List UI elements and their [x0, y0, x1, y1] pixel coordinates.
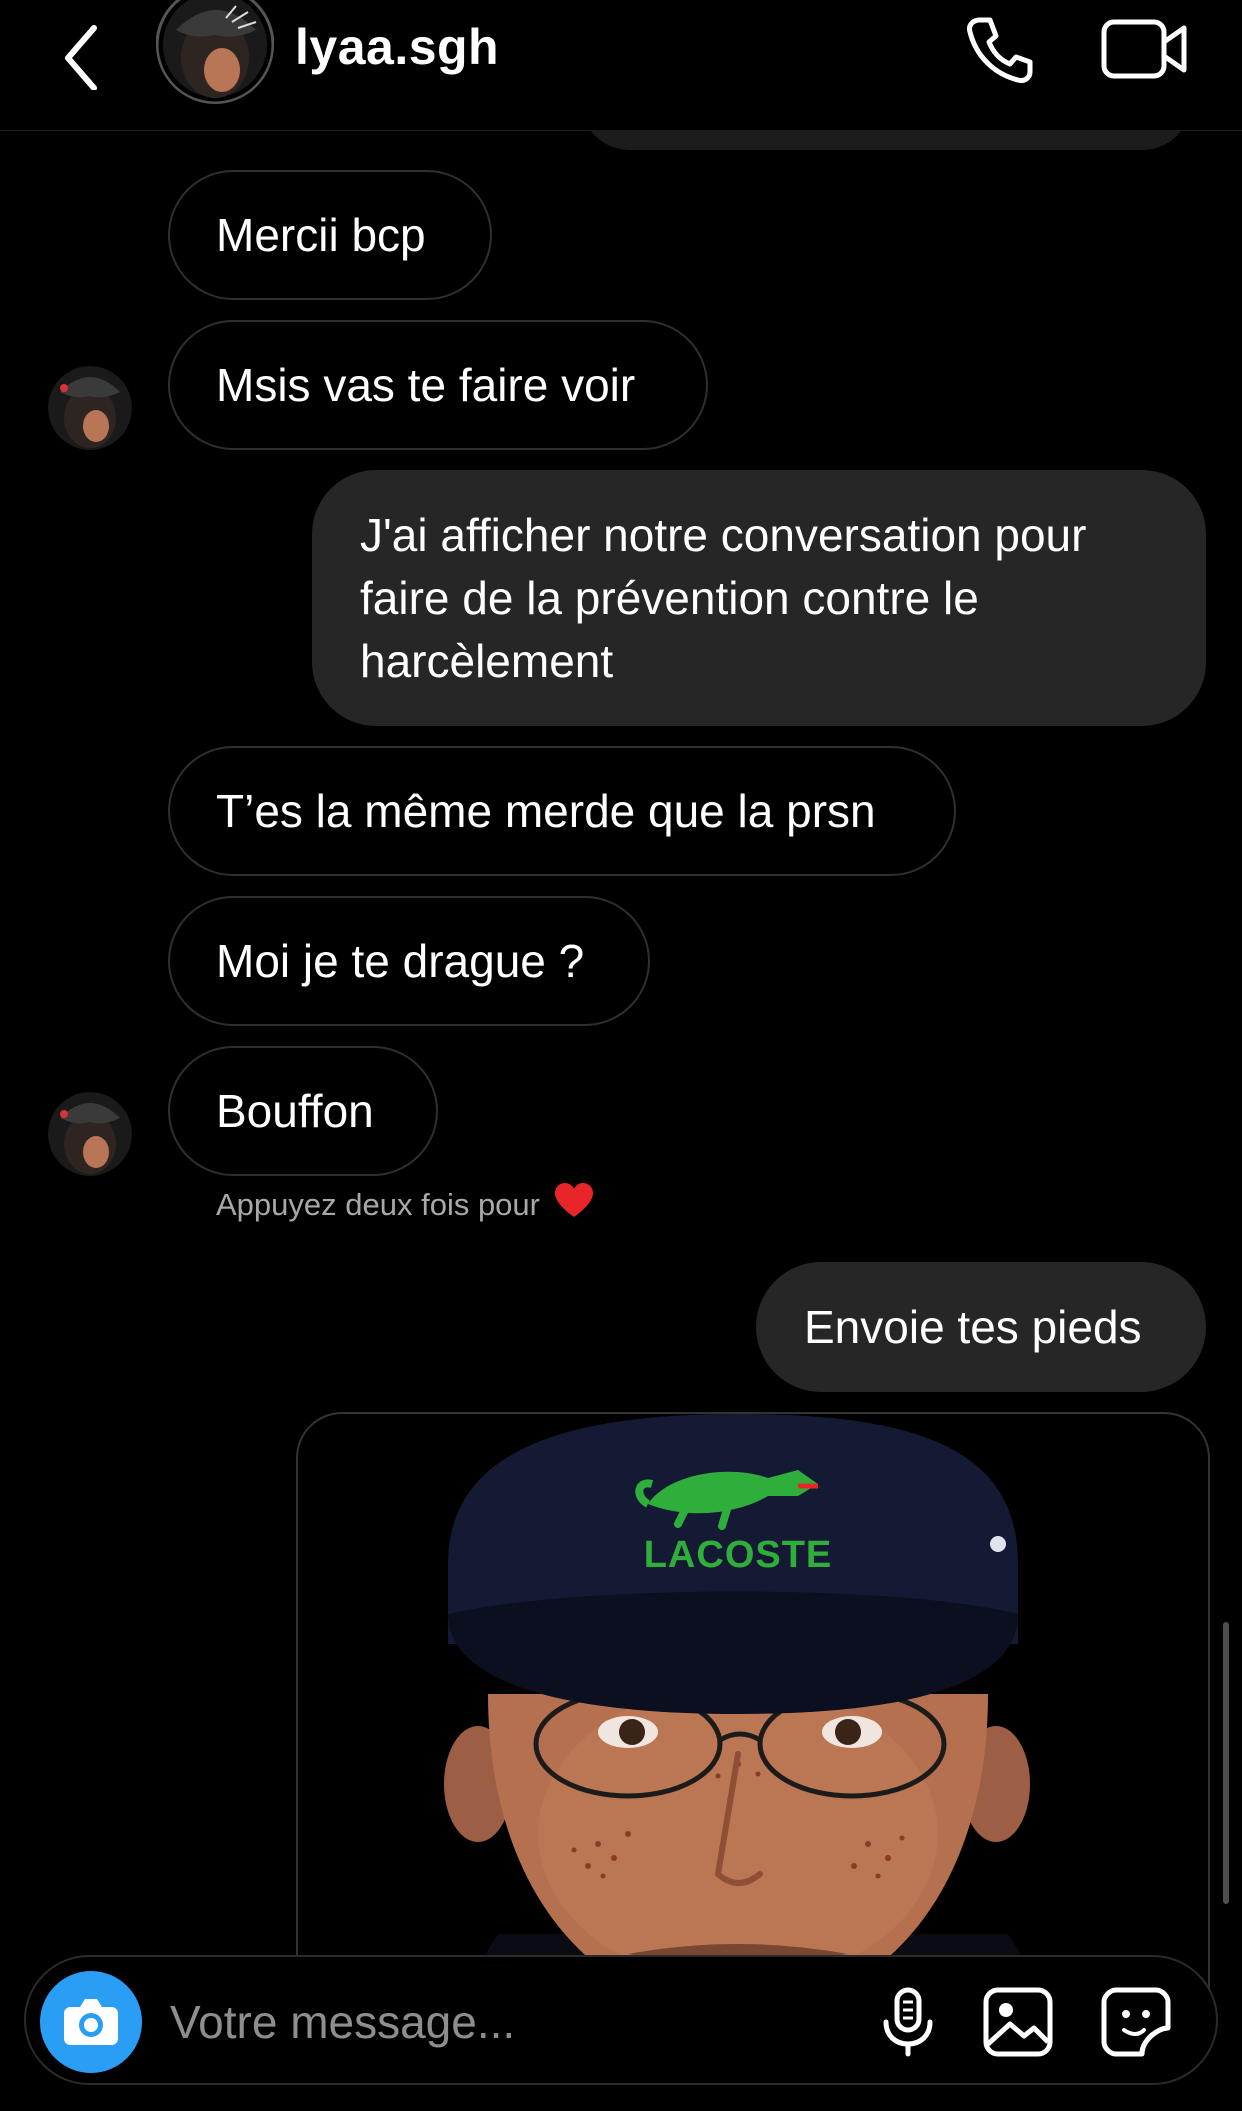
cap-logo-text: LACOSTE	[643, 1534, 833, 1576]
incoming-message[interactable]: Moi je te drague ?	[168, 896, 650, 1026]
message-composer	[24, 1955, 1218, 2085]
heart-icon	[554, 1183, 594, 1227]
scrollbar[interactable]	[1223, 1622, 1229, 1904]
gallery-icon[interactable]	[980, 1984, 1056, 2060]
incoming-message[interactable]: T’es la même merde que la prsn	[168, 746, 956, 876]
header-avatar[interactable]	[156, 0, 274, 104]
incoming-message[interactable]: Msis vas te faire voir	[168, 320, 708, 450]
microphone-icon[interactable]	[870, 1984, 946, 2060]
camera-icon	[64, 1999, 118, 2045]
video-camera-icon[interactable]	[1100, 14, 1192, 84]
message-input[interactable]	[168, 1989, 732, 2055]
camera-button[interactable]	[40, 1971, 142, 2073]
chat-header: lyaa.sgh	[0, 0, 1242, 131]
outgoing-message[interactable]: J'ai afficher notre conversation pour fa…	[312, 470, 1206, 726]
message-text: Bouffon	[216, 1085, 374, 1137]
message-text: T’es la même merde que la prsn	[216, 785, 876, 837]
back-arrow-icon[interactable]	[52, 10, 112, 91]
message-text: Msis vas te faire voir	[216, 359, 636, 411]
outgoing-message[interactable]: Envoie tes pieds	[756, 1262, 1206, 1392]
sticker-icon[interactable]	[1098, 1984, 1174, 2060]
message-text: Envoie tes pieds	[804, 1301, 1142, 1353]
reaction-hint: Appuyez deux fois pour	[216, 1183, 594, 1227]
image-message[interactable]: LACOSTE	[296, 1412, 1210, 2014]
message-text: J'ai afficher notre conversation pour fa…	[360, 509, 1087, 687]
sender-avatar[interactable]	[48, 1092, 132, 1176]
phone-icon[interactable]	[958, 10, 1038, 90]
reaction-hint-text: Appuyez deux fois pour	[216, 1187, 540, 1222]
incoming-message[interactable]: Bouffon	[168, 1046, 438, 1176]
header-username[interactable]: lyaa.sgh	[295, 18, 499, 76]
incoming-message[interactable]: Mercii bcp	[168, 170, 492, 300]
message-text: Mercii bcp	[216, 209, 426, 261]
message-text: Moi je te drague ?	[216, 935, 585, 987]
sender-avatar[interactable]	[48, 366, 132, 450]
